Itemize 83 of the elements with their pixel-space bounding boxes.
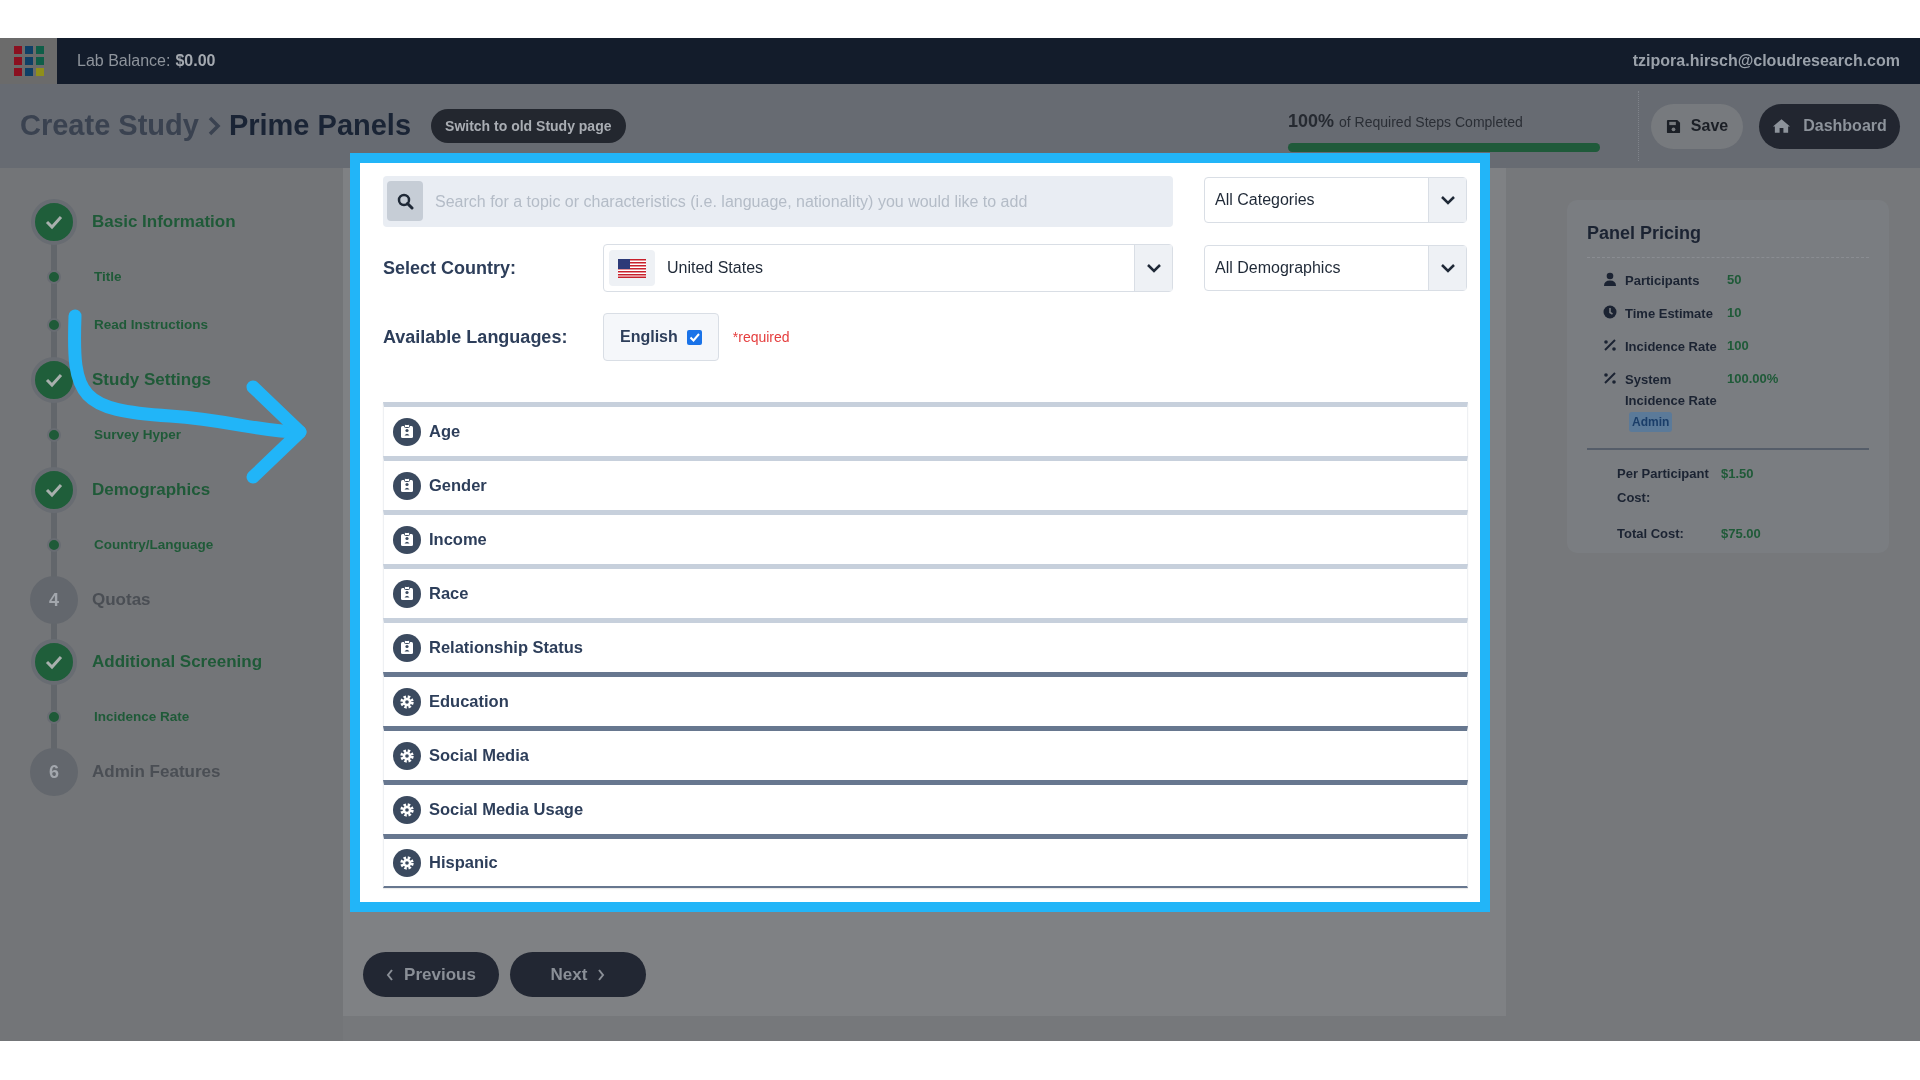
gear-icon xyxy=(393,687,421,716)
topic-row[interactable]: Education xyxy=(383,672,1468,726)
id-card-icon xyxy=(393,525,421,554)
stat-label: Incidence Rate xyxy=(1625,339,1717,354)
country-select[interactable]: United States xyxy=(603,244,1173,292)
cost-label: Total Cost: xyxy=(1617,525,1685,543)
search-icon xyxy=(396,192,414,210)
stat-value: 100 xyxy=(1727,337,1749,355)
chevron-right-icon xyxy=(597,968,606,981)
topic-label: Social Media xyxy=(429,745,529,767)
switch-page-button[interactable]: Switch to old Study page xyxy=(431,109,626,143)
chevron-down-icon xyxy=(1439,195,1456,205)
page-title: Prime Panels xyxy=(228,108,412,144)
stat-label: Time Estimate xyxy=(1625,306,1713,321)
required-note: *required xyxy=(732,327,790,347)
topic-row[interactable]: Social Media xyxy=(383,726,1468,780)
topic-label: Income xyxy=(429,529,487,551)
language-checkbox[interactable] xyxy=(686,329,702,345)
demographics-select[interactable]: All Demographics xyxy=(1204,245,1467,291)
topic-label: Education xyxy=(429,691,509,713)
gear-icon xyxy=(393,795,421,824)
next-button[interactable]: Next xyxy=(510,952,646,997)
chevron-left-icon xyxy=(386,968,395,981)
languages-label: Available Languages: xyxy=(383,325,569,349)
topic-row[interactable]: Social Media Usage xyxy=(383,780,1468,834)
pricing-title: Panel Pricing xyxy=(1587,222,1703,245)
topic-row[interactable]: Gender xyxy=(383,456,1468,510)
search-button[interactable] xyxy=(387,181,423,221)
user-email[interactable]: tzipora.hirsch@cloudresearch.com xyxy=(1632,49,1900,73)
balance-value: $0.00 xyxy=(175,51,216,71)
topic-row[interactable]: Age xyxy=(383,402,1468,456)
cost-label: Per Participant Cost: xyxy=(1617,465,1710,507)
balance-label: Lab Balance: xyxy=(77,51,171,71)
topic-label: Race xyxy=(429,583,469,605)
topic-row[interactable]: Hispanic xyxy=(383,834,1468,888)
id-card-icon xyxy=(393,579,421,608)
cost-value: $1.50 xyxy=(1721,465,1754,483)
clock-icon xyxy=(1603,305,1617,319)
step-number: 4 xyxy=(30,576,78,624)
language-label: English xyxy=(620,327,678,347)
topic-label: Age xyxy=(429,421,461,443)
topic-row[interactable]: Income xyxy=(383,510,1468,564)
topic-label: Gender xyxy=(429,475,487,497)
step-number: 6 xyxy=(30,748,78,796)
stat-value: 50 xyxy=(1727,271,1742,289)
topic-row[interactable]: Relationship Status xyxy=(383,618,1468,672)
cost-value: $75.00 xyxy=(1721,525,1761,543)
topic-label: Relationship Status xyxy=(429,637,584,659)
app-logo[interactable] xyxy=(0,38,57,84)
chevron-down-icon xyxy=(1439,263,1456,273)
check-icon xyxy=(45,372,63,388)
topic-label: Hispanic xyxy=(429,852,498,874)
progress-label: of Required Steps Completed xyxy=(1339,113,1523,132)
chevron-down-icon xyxy=(1145,263,1162,273)
save-button[interactable]: Save xyxy=(1651,103,1743,149)
admin-badge: Admin xyxy=(1629,412,1673,432)
percent-icon xyxy=(1603,371,1617,385)
flag-icon xyxy=(618,258,646,278)
id-card-icon xyxy=(393,633,421,662)
stat-value: 10 xyxy=(1727,304,1742,322)
id-card-icon xyxy=(393,417,421,446)
check-icon xyxy=(45,214,63,230)
progress-percent: 100% xyxy=(1288,110,1335,133)
category-select[interactable]: All Categories xyxy=(1204,177,1467,223)
stat-label: System Incidence Rate xyxy=(1625,372,1717,408)
check-icon xyxy=(45,482,63,498)
country-label: Select Country: xyxy=(383,256,518,280)
topic-row[interactable]: Race xyxy=(383,564,1468,618)
stat-value: 100.00% xyxy=(1727,370,1779,388)
house-icon xyxy=(1772,118,1792,134)
id-card-icon xyxy=(393,471,421,500)
chevron-right-icon xyxy=(206,115,221,137)
gear-icon xyxy=(393,848,421,877)
percent-icon xyxy=(1603,338,1617,352)
stat-label: Participants xyxy=(1625,273,1700,288)
grid-logo-icon xyxy=(13,46,44,76)
user-icon xyxy=(1603,272,1617,286)
check-icon xyxy=(688,332,700,342)
dashboard-button[interactable]: Dashboard xyxy=(1759,103,1900,149)
check-icon xyxy=(45,654,63,670)
gear-icon xyxy=(393,741,421,770)
topic-label: Social Media Usage xyxy=(429,799,584,821)
previous-button[interactable]: Previous xyxy=(363,952,499,997)
